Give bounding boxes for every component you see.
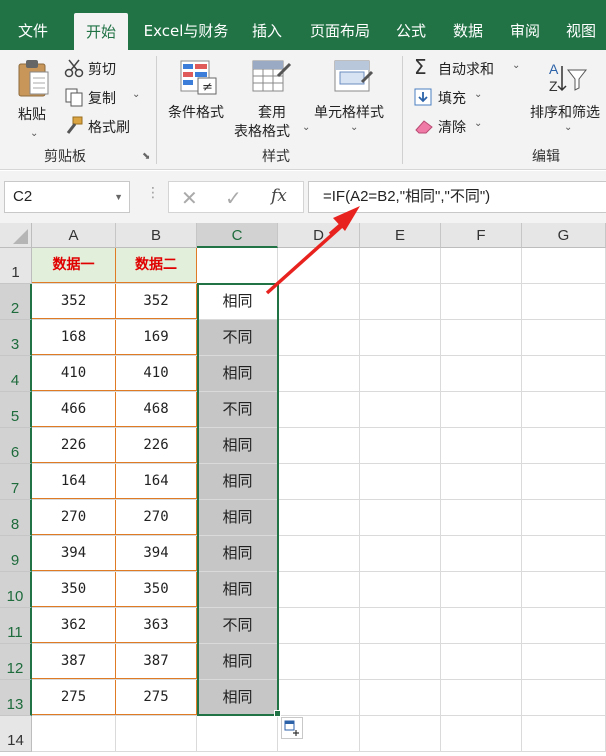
copy-icon — [65, 88, 83, 107]
insert-function-icon[interactable]: fx — [271, 186, 287, 206]
chevron-down-icon: ⌄ — [474, 118, 483, 129]
fill-label: 填充 — [438, 91, 466, 107]
eraser-icon — [415, 120, 433, 134]
table-format-icon — [252, 60, 292, 92]
fill-down-icon — [414, 88, 432, 106]
chevron-down-icon: ⌄ — [512, 60, 521, 71]
ribbon-tab-bar: 文件 开始 Excel与财务 插入 页面布局 公式 数据 审阅 视图 — [0, 0, 606, 50]
annotation-arrow — [265, 223, 345, 295]
chevron-down-icon: ⌄ — [302, 122, 311, 133]
chevron-down-icon: ⌄ — [474, 89, 483, 100]
copy-label: 复制 — [88, 91, 116, 107]
table-format-label-1: 套用 — [258, 105, 286, 121]
svg-text:≠: ≠ — [202, 80, 213, 95]
drag-handle-icon[interactable]: ⋮ — [146, 185, 160, 201]
paste-label: 粘贴 — [18, 107, 46, 123]
cell-styles-label: 单元格样式 — [314, 105, 384, 121]
cut-label: 剪切 — [88, 62, 116, 78]
dialog-launcher-icon[interactable]: ⬊ — [142, 151, 150, 162]
svg-text:Z: Z — [549, 78, 558, 94]
formula-bar: C2 ▼ ⋮ ✕ ✓ fx =IF(A2=B2,"相同","不同") — [0, 171, 606, 223]
cut-button[interactable]: 剪切 — [64, 58, 154, 80]
worksheet-grid: ABCDEFG 1 2 3 4 5 6 7 8 9 10 11 12 13 14 数据一 数据二 352 352… — [0, 223, 606, 756]
clipboard-icon — [18, 60, 49, 97]
conditional-format-label: 条件格式 — [168, 105, 224, 121]
svg-text:A: A — [549, 61, 559, 77]
ribbon-home: 粘贴 ⌄ 剪切 复制 ⌄ 格式刷 剪贴板 ⬊ ≠ 条件格式 套用 表格格式 ⌄ … — [0, 50, 606, 170]
format-as-table-button[interactable]: 套用 表格格式 ⌄ — [232, 58, 312, 142]
tab-data[interactable]: 数据 — [442, 12, 494, 50]
conditional-format-icon: ≠ — [180, 60, 217, 95]
sigma-icon: Σ — [414, 55, 427, 79]
group-separator — [156, 56, 157, 164]
formula-buttons: ✕ ✓ fx — [168, 181, 304, 213]
confirm-icon[interactable]: ✓ — [225, 186, 242, 210]
paste-button[interactable]: 粘贴 ⌄ — [10, 58, 56, 146]
chevron-down-icon: ⌄ — [350, 122, 359, 133]
tab-file[interactable]: 文件 — [0, 12, 66, 50]
tab-home[interactable]: 开始 — [74, 13, 128, 50]
group-separator — [402, 56, 403, 164]
copy-button[interactable]: 复制 ⌄ — [64, 87, 154, 109]
autosum-label: 自动求和 — [438, 62, 494, 78]
format-painter-button[interactable]: 格式刷 — [64, 116, 154, 138]
tab-view[interactable]: 视图 — [556, 12, 606, 50]
conditional-format-button[interactable]: ≠ 条件格式 — [164, 58, 234, 138]
editing-group-label: 编辑 — [532, 149, 560, 165]
autosum-button[interactable]: Σ 自动求和 ⌄ — [414, 55, 524, 80]
format-painter-label: 格式刷 — [88, 120, 130, 136]
sort-filter-label: 排序和筛选 — [530, 105, 600, 121]
tab-insert[interactable]: 插入 — [242, 12, 292, 50]
fill-button[interactable]: 填充 ⌄ — [414, 87, 504, 109]
tab-page-layout[interactable]: 页面布局 — [300, 12, 380, 50]
name-box[interactable]: C2 ▼ — [4, 181, 130, 213]
sort-filter-icon: A Z — [549, 61, 588, 94]
clipboard-group-label: 剪贴板 — [44, 149, 86, 165]
tab-excel-finance[interactable]: Excel与财务 — [136, 12, 236, 50]
formula-input[interactable]: =IF(A2=B2,"相同","不同") — [308, 181, 606, 213]
chevron-down-icon[interactable]: ▼ — [114, 182, 123, 212]
tab-review[interactable]: 审阅 — [500, 12, 550, 50]
clear-label: 清除 — [438, 120, 466, 136]
chevron-down-icon: ⌄ — [564, 122, 573, 133]
tab-formulas[interactable]: 公式 — [386, 12, 436, 50]
table-format-label-2: 表格格式 — [234, 124, 290, 140]
scissors-icon — [64, 59, 84, 78]
sort-filter-button[interactable]: A Z 排序和筛选 ⌄ — [526, 58, 606, 142]
cell-styles-button[interactable]: 单元格样式 ⌄ — [312, 58, 398, 138]
styles-group-label: 样式 — [262, 149, 290, 165]
cell-styles-icon — [334, 60, 374, 92]
cancel-icon[interactable]: ✕ — [181, 186, 198, 210]
name-box-value: C2 — [13, 188, 33, 205]
chevron-down-icon: ⌄ — [132, 89, 141, 100]
chevron-down-icon: ⌄ — [30, 128, 39, 139]
clear-button[interactable]: 清除 ⌄ — [414, 116, 504, 138]
paintbrush-icon — [66, 116, 83, 134]
